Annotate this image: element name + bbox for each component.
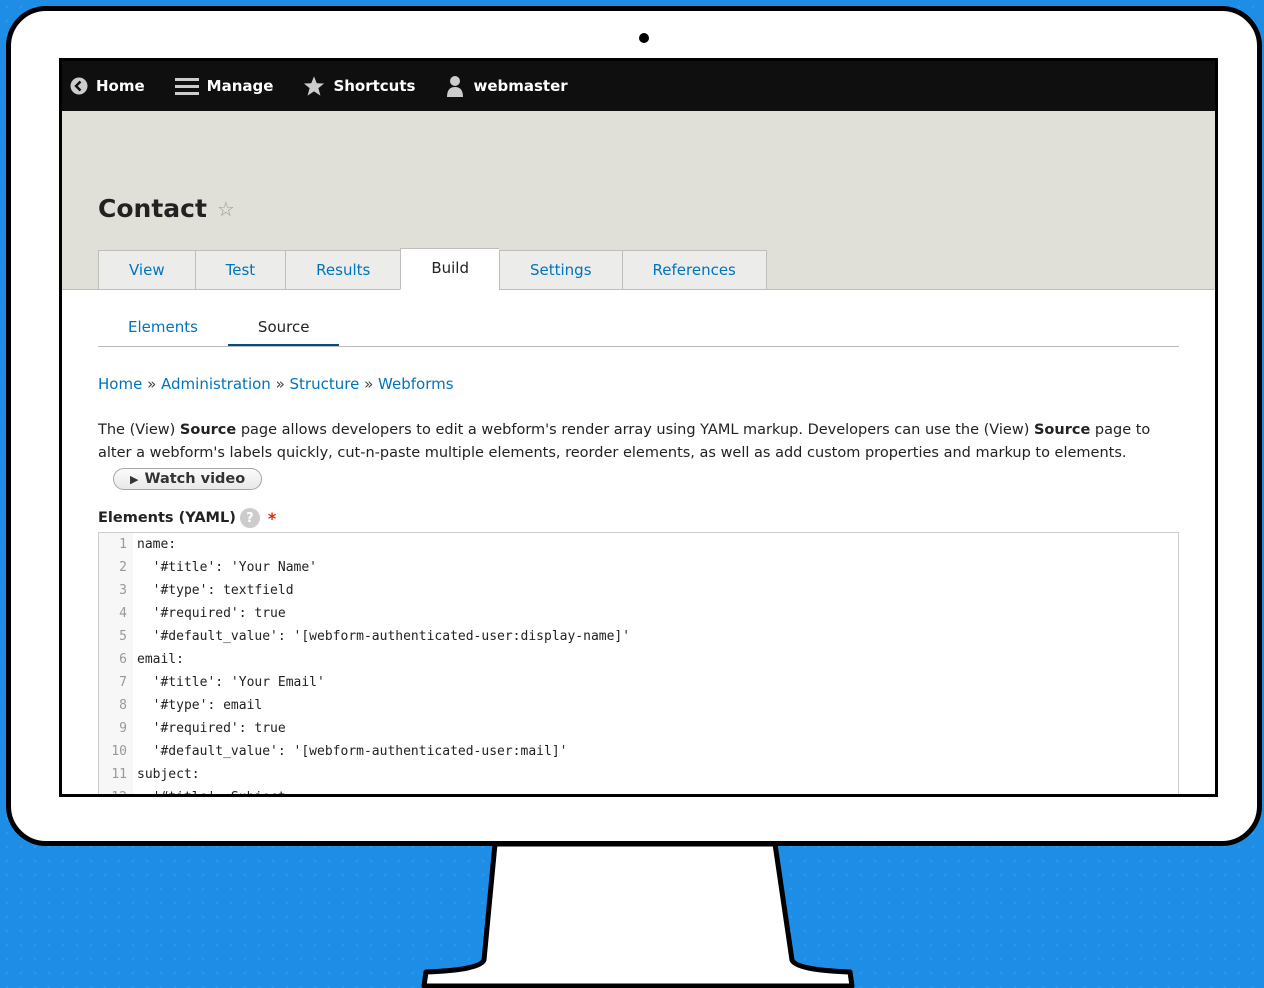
description-bold: Source: [1033, 422, 1091, 438]
secondary-tabs: Elements Source: [98, 290, 1179, 347]
help-icon[interactable]: ?: [239, 508, 260, 528]
page-title: Contact ☆: [98, 194, 235, 223]
line-number: 5: [99, 625, 133, 648]
code-line: 4 '#required': true: [99, 602, 1178, 625]
code-text: '#default_value': '[webform-authenticate…: [137, 629, 631, 644]
code-text: '#title': 'Your Name': [137, 560, 318, 575]
yaml-code-editor[interactable]: 1 name: 2 '#title': 'Your Name' 3 '#type': …: [98, 532, 1179, 794]
line-number: 7: [99, 671, 133, 694]
subtab-elements[interactable]: Elements: [98, 318, 228, 346]
tab-build[interactable]: Build: [400, 248, 499, 290]
toolbar-shortcuts-label: Shortcuts: [333, 77, 416, 95]
breadcrumb-structure[interactable]: Structure: [290, 375, 360, 393]
watch-video-button[interactable]: ▶ Watch video: [113, 468, 263, 490]
line-number: 10: [99, 740, 133, 763]
subtab-source[interactable]: Source: [227, 318, 340, 346]
line-number: 11: [99, 763, 133, 786]
description-text: page allows developers to edit a webform…: [236, 422, 1034, 438]
watch-video-label: Watch video: [144, 471, 246, 487]
toolbar-manage-label: Manage: [206, 77, 274, 95]
tab-results[interactable]: Results: [285, 250, 401, 290]
toolbar-user-label: webmaster: [473, 77, 568, 95]
code-line: 12 '#title': Subject: [99, 786, 1178, 794]
field-label-text: Elements (YAML): [98, 510, 236, 526]
page-title-text: Contact: [98, 194, 207, 223]
breadcrumb-separator: »: [364, 375, 379, 393]
code-line: 5 '#default_value': '[webform-authentica…: [99, 625, 1178, 648]
toolbar-home-link[interactable]: Home: [70, 77, 145, 95]
breadcrumb-home[interactable]: Home: [98, 375, 142, 393]
line-number: 6: [99, 648, 133, 671]
code-text: '#default_value': '[webform-authenticate…: [137, 744, 568, 759]
breadcrumb: Home » Administration » Structure » Webf…: [98, 375, 1179, 393]
menu-icon: [174, 78, 199, 95]
play-icon: ▶: [130, 472, 139, 486]
webcam: [639, 33, 649, 43]
toolbar-shortcuts-link[interactable]: Shortcuts: [303, 75, 415, 97]
line-number: 3: [99, 579, 133, 602]
tab-test[interactable]: Test: [194, 250, 286, 290]
code-line: 1 name:: [99, 533, 1178, 556]
breadcrumb-webforms[interactable]: Webforms: [378, 375, 454, 393]
page-header: Contact ☆ View Test Results Build Settin…: [62, 111, 1215, 290]
code-line: 6 email:: [99, 648, 1178, 671]
description-text: The (View): [98, 422, 180, 438]
line-number: 12: [99, 786, 133, 794]
elements-yaml-label: Elements (YAML) ? *: [98, 508, 1179, 528]
breadcrumb-separator: »: [275, 375, 290, 393]
code-text: email:: [137, 652, 184, 667]
code-line: 3 '#type': textfield: [99, 579, 1178, 602]
main-content: Elements Source Home » Administration » …: [62, 290, 1215, 794]
line-number: 2: [99, 556, 133, 579]
monitor-stand: [421, 841, 855, 988]
code-line: 8 '#type': email: [99, 694, 1178, 717]
tab-references[interactable]: References: [621, 250, 767, 290]
back-arrow-icon: [70, 77, 88, 95]
tab-view[interactable]: View: [98, 250, 195, 290]
toolbar-home-label: Home: [96, 77, 145, 95]
code-line: 7 '#title': 'Your Email': [99, 671, 1178, 694]
line-number: 1: [99, 533, 133, 556]
code-text: name:: [137, 537, 177, 552]
primary-tabs: View Test Results Build Settings Referen…: [98, 248, 767, 290]
breadcrumb-administration[interactable]: Administration: [161, 375, 271, 393]
browser-screen: Home Manage Shortcuts webmaster Contact …: [59, 58, 1218, 797]
code-text: '#type': email: [137, 698, 263, 713]
code-line: 11 subject:: [99, 763, 1178, 786]
toolbar-manage-link[interactable]: Manage: [174, 76, 274, 96]
user-icon: [447, 76, 464, 97]
required-marker: *: [267, 508, 277, 528]
star-icon: [304, 76, 325, 96]
shortcut-star-icon[interactable]: ☆: [217, 197, 235, 221]
code-text: '#required': true: [137, 606, 286, 621]
code-line: 2 '#title': 'Your Name': [99, 556, 1178, 579]
page-description: The (View) Source page allows developers…: [98, 419, 1179, 465]
code-text: subject:: [137, 767, 200, 782]
line-number: 8: [99, 694, 133, 717]
tab-settings[interactable]: Settings: [498, 250, 622, 290]
admin-toolbar: Home Manage Shortcuts webmaster: [62, 61, 1215, 111]
breadcrumb-separator: »: [147, 375, 162, 393]
code-line: 10 '#default_value': '[webform-authentic…: [99, 740, 1178, 763]
line-number: 4: [99, 602, 133, 625]
toolbar-user-link[interactable]: webmaster: [445, 75, 568, 97]
code-text: '#type': textfield: [137, 583, 294, 598]
code-text: '#title': Subject: [133, 786, 286, 794]
description-bold: Source: [179, 422, 237, 438]
code-line: 9 '#required': true: [99, 717, 1178, 740]
code-text: '#required': true: [137, 721, 286, 736]
code-text: '#title': 'Your Email': [137, 675, 325, 690]
line-number: 9: [99, 717, 133, 740]
